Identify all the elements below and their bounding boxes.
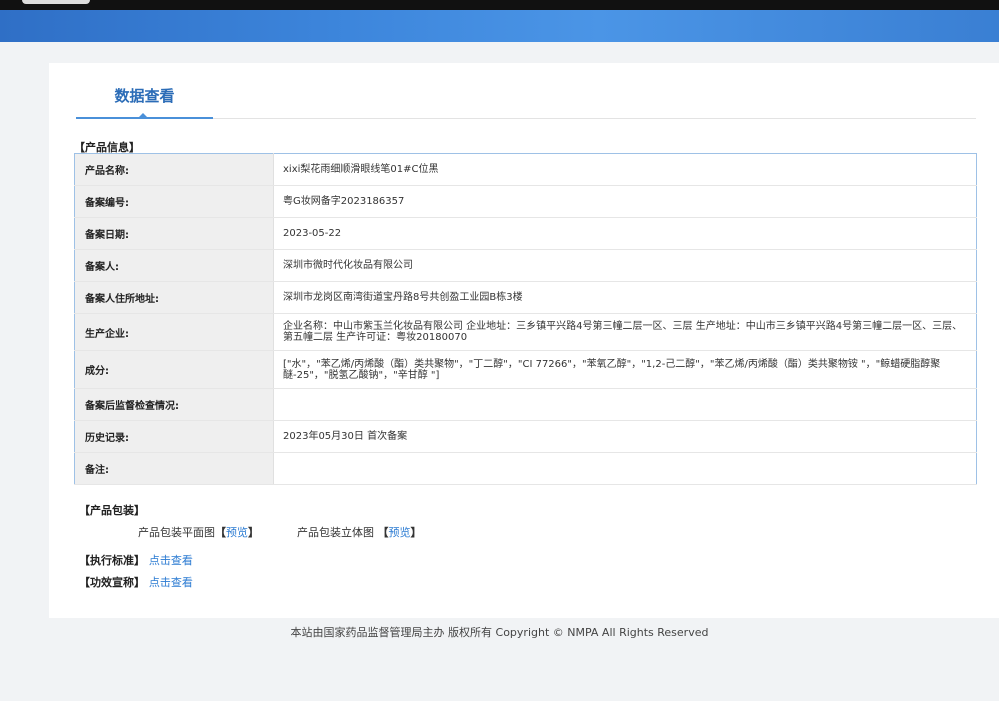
packaging-flat: 产品包装平面图【预览】 [138,524,259,540]
row-value: 2023年05月30日 首次备案 [273,420,977,453]
row-label: 备案人: [74,249,274,282]
packaging-title: 【产品包装】 [79,504,145,517]
tab-data-view-label: 数据查看 [114,87,175,105]
row-value: 粤G妆网备字2023186357 [273,185,977,218]
table-row: 备案后监督检查情况: [74,388,977,421]
packaging-solid-label: 产品包装立体图 [297,526,374,539]
solid-preview-link[interactable]: 预览 [389,526,411,539]
row-value: 深圳市龙岗区南湾街道宝丹路8号共创盈工业园B栋3楼 [273,281,977,314]
table-row: 生产企业: 企业名称：中山市紫玉兰化妆品有限公司 企业地址：三乡镇平兴路4号第三… [74,313,977,351]
tab-bar: 数据查看 [76,85,976,119]
flat-preview-link[interactable]: 预览 [226,526,248,539]
bracket-open: 【 [215,526,226,539]
row-value: xixi梨花雨细顺滑眼线笔01#C位黑 [273,153,977,186]
row-label: 历史记录: [74,420,274,453]
table-row: 成分: ["水"，"苯乙烯/丙烯酸（酯）类共聚物"，"丁二醇"，"CI 7726… [74,350,977,389]
table-row: 备案日期: 2023-05-22 [74,217,977,250]
table-row: 备案人: 深圳市微时代化妆品有限公司 [74,249,977,282]
browser-tab[interactable] [22,0,90,4]
standards-row: 【执行标准】 点击查看 [79,552,193,568]
bracket-close: 】 [410,526,422,539]
row-value [273,388,977,421]
browser-top-bar [0,0,999,10]
table-row: 备案编号: 粤G妆网备字2023186357 [74,185,977,218]
tab-data-view[interactable]: 数据查看 [76,85,213,119]
row-label: 备案编号: [74,185,274,218]
standards-label: 【执行标准】 [79,554,145,567]
product-info-table: 产品名称: xixi梨花雨细顺滑眼线笔01#C位黑 备案编号: 粤G妆网备字20… [74,153,977,485]
efficacy-label: 【功效宣称】 [79,576,145,589]
footer-copyright: 本站由国家药品监督管理局主办 版权所有 Copyright © NMPA All… [290,626,709,639]
efficacy-link[interactable]: 点击查看 [149,576,193,589]
efficacy-row: 【功效宣称】 点击查看 [79,574,193,590]
content-card: 数据查看 【产品信息】 产品名称: xixi梨花雨细顺滑眼线笔01#C位黑 备案… [49,63,999,618]
row-label: 备案后监督检查情况: [74,388,274,421]
packaging-solid: 产品包装立体图 【预览】 [297,524,422,540]
row-label: 备案日期: [74,217,274,250]
table-row: 历史记录: 2023年05月30日 首次备案 [74,420,977,453]
table-row: 产品名称: xixi梨花雨细顺滑眼线笔01#C位黑 [74,153,977,186]
row-value: 深圳市微时代化妆品有限公司 [273,249,977,282]
row-value: 企业名称：中山市紫玉兰化妆品有限公司 企业地址：三乡镇平兴路4号第三幢二层一区、… [273,313,977,351]
row-label: 备案人住所地址: [74,281,274,314]
row-label: 成分: [74,350,274,389]
bracket-close: 】 [248,526,259,539]
row-label: 备注: [74,452,274,485]
table-row: 备案人住所地址: 深圳市龙岗区南湾街道宝丹路8号共创盈工业园B栋3楼 [74,281,977,314]
site-banner [0,10,999,42]
row-value: 2023-05-22 [273,217,977,250]
row-value [273,452,977,485]
row-label: 产品名称: [74,153,274,186]
tab-caret-icon [138,113,148,118]
packaging-flat-label: 产品包装平面图 [138,526,215,539]
row-label: 生产企业: [74,313,274,351]
bracket-open: 【 [377,526,389,539]
row-value: ["水"，"苯乙烯/丙烯酸（酯）类共聚物"，"丁二醇"，"CI 77266"，"… [273,350,977,389]
standards-link[interactable]: 点击查看 [149,554,193,567]
table-row: 备注: [74,452,977,485]
